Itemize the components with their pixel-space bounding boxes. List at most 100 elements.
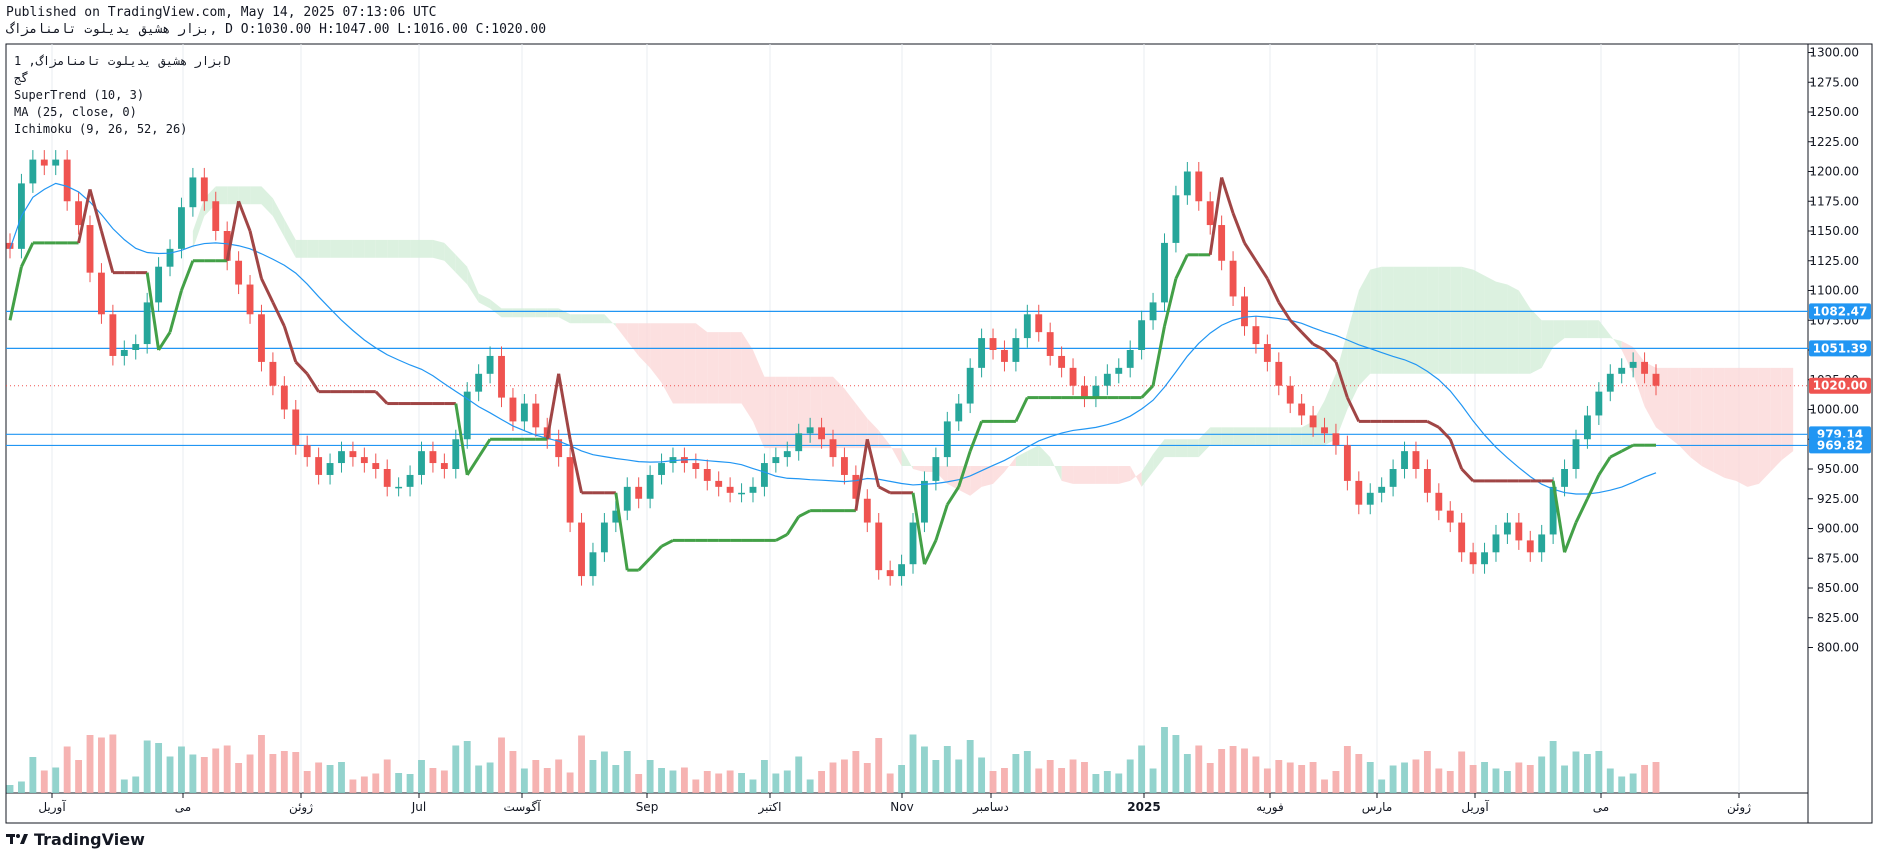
candle-body bbox=[1618, 367, 1626, 374]
cloud-segment bbox=[1221, 427, 1234, 446]
candle-body bbox=[269, 361, 277, 386]
candle-body bbox=[749, 486, 757, 493]
price-tick-label: 900.00 bbox=[1817, 522, 1859, 536]
supertrend-line bbox=[1151, 325, 1166, 386]
volume-bar bbox=[452, 745, 460, 793]
candle-body bbox=[989, 338, 997, 350]
candle-body bbox=[1206, 201, 1214, 226]
candle-body bbox=[1561, 469, 1568, 487]
supertrend-line bbox=[934, 504, 949, 541]
candle-body bbox=[1183, 171, 1191, 196]
candle-body bbox=[566, 457, 574, 523]
supertrend-line bbox=[1621, 443, 1634, 453]
volume-bar bbox=[909, 734, 917, 793]
supertrend-line bbox=[248, 230, 263, 279]
legend-ichimoku[interactable]: Ichimoku (9, 26, 52, 26) bbox=[14, 121, 231, 138]
price-label-text: 1051.39 bbox=[1813, 341, 1868, 355]
cloud-segment bbox=[341, 239, 353, 258]
time-tick-label: دسامبر bbox=[972, 800, 1009, 815]
volume-bar bbox=[875, 738, 883, 793]
legend-ma[interactable]: MA (25, close, 0) bbox=[14, 104, 231, 121]
volume-bar bbox=[715, 773, 723, 793]
volume-bar bbox=[429, 768, 437, 793]
cloud-segment bbox=[1153, 439, 1165, 472]
volume-bar bbox=[543, 768, 551, 793]
volume-bar bbox=[63, 746, 71, 793]
candle-body bbox=[1286, 385, 1294, 404]
chart-frame bbox=[5, 43, 1873, 824]
supertrend-line bbox=[1346, 396, 1361, 423]
volume-bar bbox=[109, 734, 117, 793]
candle-body bbox=[1538, 534, 1546, 553]
cloud-segment bbox=[615, 323, 628, 342]
cloud-segment bbox=[1575, 320, 1588, 339]
volume-bar bbox=[1332, 771, 1340, 793]
volume-bar bbox=[1046, 760, 1054, 793]
candle-body bbox=[178, 207, 185, 249]
volume-bar bbox=[589, 760, 597, 793]
cloud-segment bbox=[1770, 367, 1782, 472]
plot-border bbox=[5, 43, 1809, 794]
cloud-segment bbox=[1050, 457, 1062, 481]
volume-bar bbox=[326, 765, 334, 793]
cloud-segment bbox=[604, 314, 616, 327]
volume-bar bbox=[1275, 760, 1283, 793]
volume-bar bbox=[898, 765, 906, 793]
volume-bar bbox=[486, 762, 494, 793]
time-tick-label: Jul bbox=[411, 800, 426, 814]
cloud-segment bbox=[627, 323, 639, 356]
candle-body bbox=[726, 486, 734, 493]
volume-bar bbox=[1435, 768, 1443, 793]
price-chart[interactable]: 1300.00 1275.00 1250.00 1225.00 1200.00 1175.… bbox=[0, 0, 1878, 858]
candle-body bbox=[1606, 373, 1614, 392]
cloud-segment bbox=[1210, 427, 1222, 446]
cloud-segment bbox=[1713, 367, 1725, 478]
cloud-segment bbox=[455, 254, 468, 285]
supertrend-line bbox=[1574, 498, 1589, 524]
cloud-segment bbox=[364, 239, 376, 258]
legend-supertrend[interactable]: SuperTrend (10, 3) bbox=[14, 87, 231, 104]
volume-bar bbox=[1389, 765, 1397, 793]
time-tick-label: آوريل bbox=[1461, 799, 1489, 815]
tradingview-brand[interactable]: TradingView bbox=[6, 828, 145, 850]
cloud-segment bbox=[833, 376, 845, 449]
volume-bar bbox=[760, 760, 768, 793]
candle-body bbox=[1046, 332, 1054, 356]
candle-body bbox=[63, 159, 71, 202]
volume-bar bbox=[1572, 751, 1580, 793]
candle-body bbox=[166, 248, 174, 267]
volume-bar bbox=[932, 760, 940, 793]
candle-body bbox=[1458, 522, 1466, 553]
volume-bar bbox=[383, 759, 391, 793]
cloud-segment bbox=[947, 466, 959, 490]
candle-body bbox=[943, 421, 951, 458]
volume-bar bbox=[566, 772, 574, 793]
candle-body bbox=[98, 272, 105, 315]
volume-bar bbox=[303, 771, 311, 793]
volume-bar bbox=[1423, 751, 1431, 793]
cloud-segment bbox=[1404, 266, 1416, 374]
volume-bar bbox=[258, 735, 265, 793]
volume-bar bbox=[921, 746, 928, 793]
volume-bar bbox=[223, 745, 231, 793]
candle-body bbox=[1583, 415, 1591, 440]
time-tick-label: Nov bbox=[890, 800, 913, 814]
cloud-segment bbox=[1450, 266, 1462, 374]
supertrend-line bbox=[1140, 384, 1155, 399]
supertrend-line bbox=[557, 373, 572, 440]
candle-body bbox=[486, 355, 494, 374]
price-tick-label: 1100.00 bbox=[1809, 284, 1859, 298]
cloud-segment bbox=[272, 198, 285, 237]
candle-body bbox=[1629, 361, 1637, 368]
price-tick-label: 875.00 bbox=[1817, 551, 1859, 565]
cloud-segment bbox=[250, 186, 262, 205]
candle-body bbox=[1115, 367, 1123, 374]
volume-bar bbox=[806, 779, 814, 793]
volume-bar bbox=[1195, 745, 1203, 793]
time-tick-label: فوريه bbox=[1256, 800, 1284, 815]
cloud-segment bbox=[1427, 266, 1439, 374]
volume-bar bbox=[315, 762, 323, 793]
cloud-segment bbox=[764, 376, 776, 449]
time-tick-label: 2025 bbox=[1127, 800, 1160, 814]
candle-body bbox=[1401, 451, 1408, 469]
